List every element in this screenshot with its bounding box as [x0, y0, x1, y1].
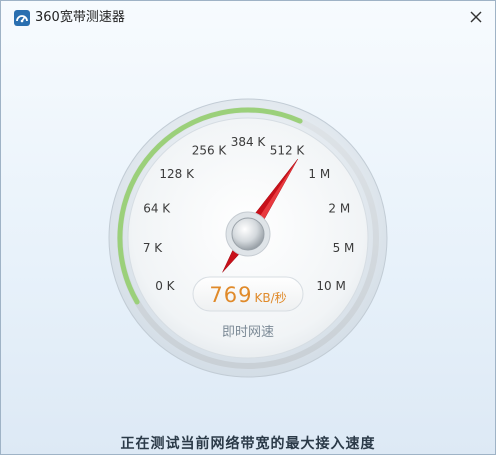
status-message: 正在测试当前网络带宽的最大接入速度 [120, 436, 376, 452]
needle-hub [231, 217, 265, 251]
speed-test-window: 360宽带测速器 0 K 7 K 64 K 128 K 256 K 384 K … [0, 0, 496, 455]
scale-label: 5 M [333, 241, 355, 255]
scale-label: 256 K [192, 143, 228, 157]
scale-label: 1 M [308, 167, 330, 181]
speed-caption: 即时网速 [222, 325, 274, 340]
scale-label: 10 M [316, 279, 345, 293]
scale-label: 384 K [231, 135, 267, 149]
scale-label: 512 K [270, 143, 306, 157]
speed-gauge: 0 K 7 K 64 K 128 K 256 K384 K512 K1 M 2 M 5 M 1… [108, 98, 388, 378]
speed-unit: KB/秒 [254, 291, 286, 305]
scale-label: 7 K [143, 241, 163, 255]
scale-label: 0 K [155, 279, 175, 293]
speed-value: 769 [209, 283, 252, 307]
scale-label: 128 K [159, 167, 195, 181]
scale-label: 64 K [143, 201, 171, 215]
scale-label: 2 M [328, 201, 350, 215]
